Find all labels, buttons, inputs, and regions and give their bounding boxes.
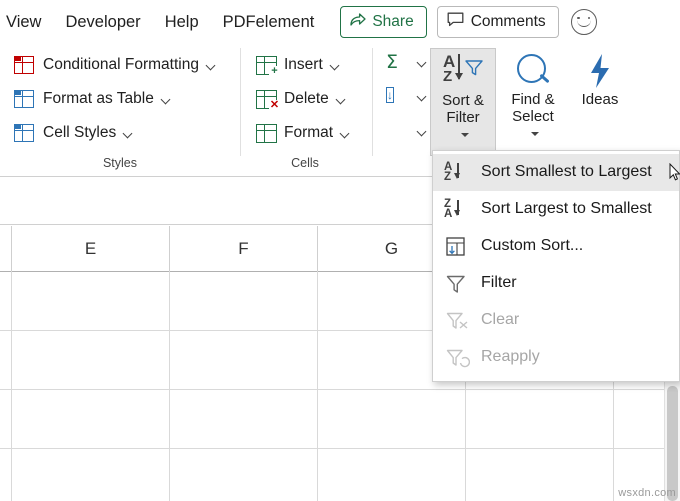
format-cells-button[interactable]: Format [256, 120, 350, 146]
menu-item-label: Filter [481, 274, 517, 293]
conditional-formatting-label: Conditional Formatting [43, 56, 199, 74]
grid-column-line [317, 271, 318, 501]
chevron-down-icon[interactable] [124, 129, 133, 138]
smiley-face-icon[interactable] [571, 9, 597, 35]
chevron-down-icon[interactable] [418, 58, 427, 67]
tab-developer[interactable]: Developer [53, 5, 152, 39]
format-as-table-icon [14, 89, 36, 109]
menu-item-custom-sort[interactable]: Custom Sort... [433, 228, 679, 265]
chevron-down-icon[interactable] [337, 95, 346, 104]
menu-item-label: Clear [481, 311, 519, 330]
clear-filter-icon [443, 308, 473, 334]
menu-item-filter[interactable]: Filter [433, 265, 679, 302]
filter-funnel-icon [443, 271, 473, 297]
autosum-icon: Σ [386, 51, 398, 73]
column-header-F[interactable]: F [170, 226, 318, 271]
vertical-scrollbar-thumb[interactable] [667, 386, 678, 501]
menu-item-label: Reapply [481, 348, 540, 367]
sort-and-filter-dropdown-menu[interactable]: AZ Sort Smallest to Largest ZA Sort Larg… [432, 150, 680, 382]
grid-column-line [11, 271, 12, 501]
cell-styles-icon [14, 123, 36, 143]
chevron-down-icon[interactable] [418, 92, 427, 101]
menu-item-label: Sort Largest to Smallest [481, 200, 652, 219]
fill-icon: ↓ [386, 87, 394, 103]
share-button[interactable]: Share [340, 6, 426, 38]
reapply-filter-icon [443, 345, 473, 371]
sort-filter-label-line2: Filter [431, 109, 495, 126]
share-icon [350, 12, 366, 32]
insert-label: Insert [284, 56, 323, 74]
chevron-down-icon[interactable] [162, 95, 171, 104]
tab-help[interactable]: Help [153, 5, 211, 39]
share-label: Share [372, 13, 413, 31]
cells-group-label: Cells [255, 156, 355, 170]
format-as-table-label: Format as Table [43, 90, 154, 108]
find-and-select-icon [513, 52, 553, 90]
menu-item-label: Sort Smallest to Largest [481, 163, 652, 182]
sort-ascending-icon: AZ [443, 160, 473, 186]
sort-filter-label-line1: Sort & [431, 92, 495, 109]
find-and-select-button[interactable]: Find & Select [500, 48, 566, 142]
menu-item-sort-smallest-to-largest[interactable]: AZ Sort Smallest to Largest [433, 154, 679, 191]
ideas-lightbulb-icon [580, 52, 620, 90]
watermark: wsxdn.com [618, 487, 676, 499]
comments-label: Comments [471, 13, 546, 31]
chevron-down-icon[interactable] [331, 61, 340, 70]
chevron-down-icon[interactable] [418, 127, 427, 136]
menu-item-sort-largest-to-smallest[interactable]: ZA Sort Largest to Smallest [433, 191, 679, 228]
menu-item-reapply: Reapply [433, 339, 679, 376]
conditional-formatting-button[interactable]: Conditional Formatting [14, 52, 216, 78]
menu-item-clear: Clear [433, 302, 679, 339]
delete-cells-icon: ✕ [256, 90, 277, 109]
delete-cells-button[interactable]: ✕ Delete [256, 86, 346, 112]
custom-sort-icon [443, 234, 473, 260]
insert-cells-icon: + [256, 56, 277, 75]
format-cells-icon [256, 124, 277, 143]
conditional-formatting-icon [14, 55, 36, 75]
column-header-partial[interactable] [0, 226, 12, 271]
column-header-E[interactable]: E [12, 226, 170, 271]
sort-and-filter-button[interactable]: A Z Sort & Filter [430, 48, 496, 156]
ideas-label: Ideas [572, 91, 628, 108]
sort-and-filter-icon: A Z [441, 53, 485, 91]
ribbon-separator-1 [240, 48, 241, 156]
grid-row-line [0, 448, 680, 449]
ideas-button[interactable]: Ideas [572, 48, 628, 108]
find-select-label-line2: Select [500, 108, 566, 125]
comments-button[interactable]: Comments [437, 6, 559, 38]
grid-column-line [169, 271, 170, 501]
format-label: Format [284, 124, 333, 142]
grid-row-line [0, 389, 680, 390]
tab-view[interactable]: View [0, 5, 53, 39]
chevron-down-icon[interactable] [341, 129, 350, 138]
clear-button[interactable] [388, 122, 410, 142]
comment-bubble-icon [447, 12, 464, 32]
menu-item-label: Custom Sort... [481, 237, 583, 256]
styles-group-label: Styles [70, 156, 170, 170]
fill-button[interactable]: ↓ [386, 86, 408, 106]
autosum-button[interactable]: Σ [386, 52, 408, 72]
chevron-down-icon[interactable] [207, 61, 216, 70]
funnel-icon [465, 60, 483, 76]
find-select-label-line1: Find & [500, 91, 566, 108]
sort-descending-icon: ZA [443, 197, 473, 223]
cell-styles-label: Cell Styles [43, 124, 116, 142]
ribbon-separator-2 [372, 48, 373, 156]
tab-pdfelement[interactable]: PDFelement [211, 5, 327, 39]
insert-cells-button[interactable]: + Insert [256, 52, 340, 78]
delete-label: Delete [284, 90, 329, 108]
format-as-table-button[interactable]: Format as Table [14, 86, 171, 112]
cell-styles-button[interactable]: Cell Styles [14, 120, 133, 146]
ribbon-tab-bar: View Developer Help PDFelement Share Com… [0, 0, 680, 44]
